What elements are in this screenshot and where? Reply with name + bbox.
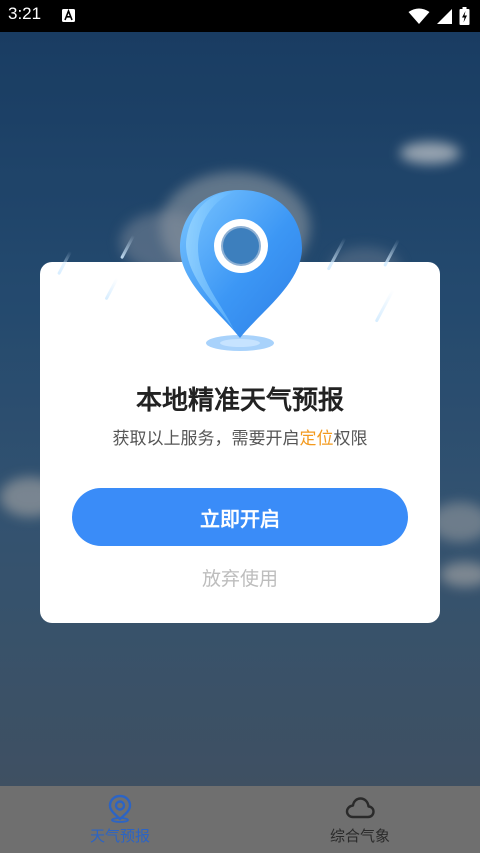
location-pin-icon bbox=[108, 794, 132, 823]
wifi-icon bbox=[408, 8, 430, 24]
a-letter-icon bbox=[62, 9, 75, 22]
dialog-subtitle: 获取以上服务，需要开启定位权限 bbox=[40, 424, 440, 449]
signal-icon bbox=[437, 8, 452, 24]
location-pin-illustration bbox=[180, 190, 302, 351]
status-bar: 3:21 bbox=[0, 0, 480, 32]
nav-item-comprehensive-weather[interactable]: 综合气象 bbox=[240, 786, 480, 853]
subtitle-suffix: 权限 bbox=[333, 429, 368, 449]
cloud-icon bbox=[345, 797, 375, 819]
enable-now-button[interactable]: 立即开启 bbox=[72, 488, 408, 546]
nav-label-comprehensive-weather: 综合气象 bbox=[329, 827, 390, 845]
subtitle-highlight: 定位 bbox=[299, 429, 334, 449]
nav-label-weather-forecast: 天气预报 bbox=[89, 827, 150, 845]
nav-item-weather-forecast[interactable]: 天气预报 bbox=[0, 786, 240, 853]
give-up-link[interactable]: 放弃使用 bbox=[40, 564, 440, 591]
bottom-nav: 天气预报 综合气象 bbox=[0, 786, 480, 853]
status-time: 3:21 bbox=[8, 4, 42, 23]
dialog-title: 本地精准天气预报 bbox=[135, 386, 344, 416]
battery-charging-icon bbox=[459, 7, 470, 25]
subtitle-prefix: 获取以上服务，需要开启 bbox=[112, 429, 300, 449]
